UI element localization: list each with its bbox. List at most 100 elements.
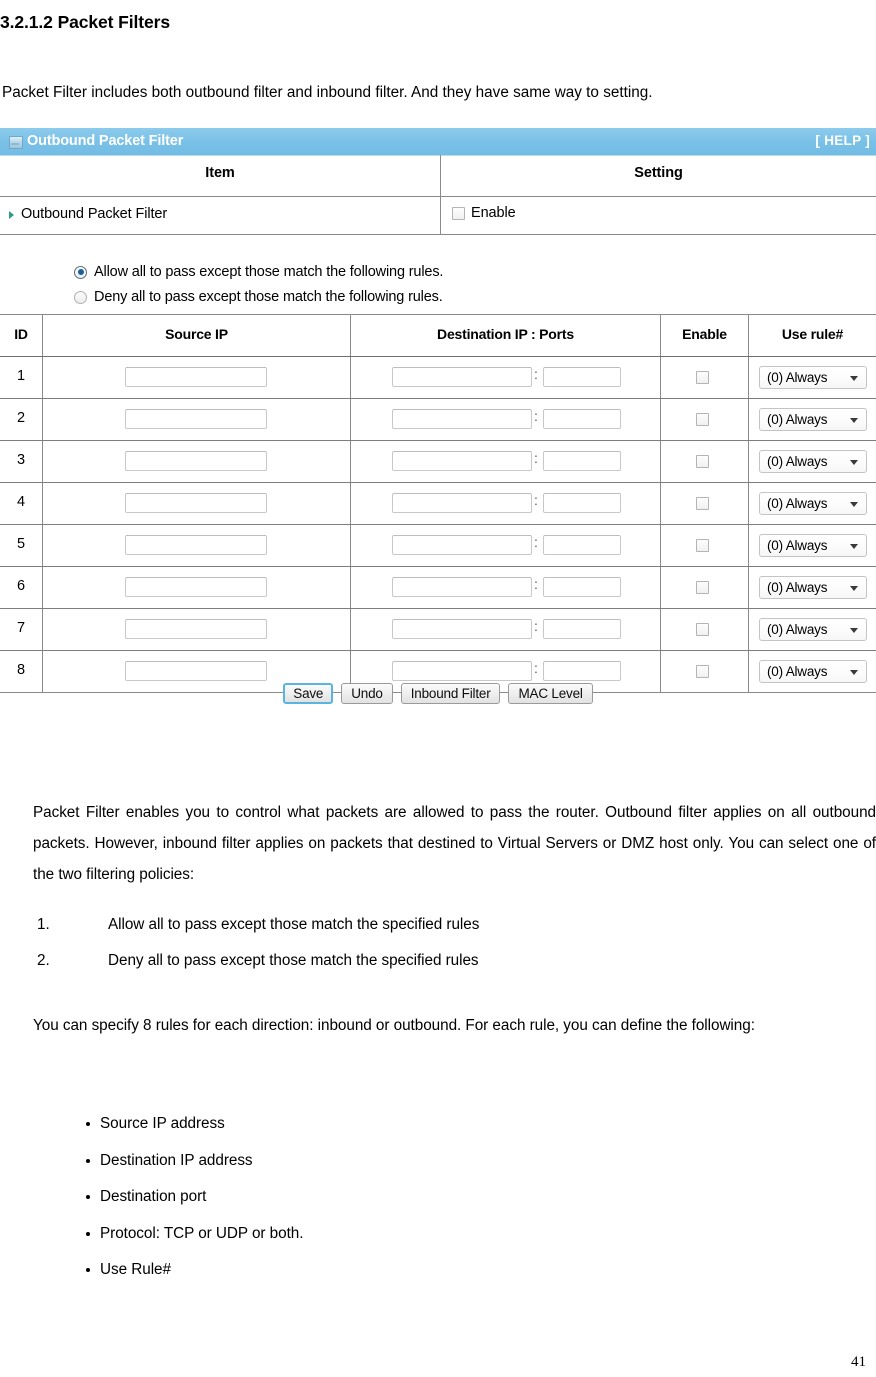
- destination-ip-input[interactable]: [392, 493, 532, 513]
- destination-ip-input[interactable]: [392, 577, 532, 597]
- source-ip-input[interactable]: [125, 493, 267, 513]
- rule-enable-checkbox[interactable]: [696, 371, 709, 384]
- enable-outbound-filter-checkbox[interactable]: [452, 206, 465, 220]
- destination-port-input[interactable]: [543, 619, 621, 639]
- use-rule-select[interactable]: (0) Always: [759, 366, 867, 389]
- mac-level-button[interactable]: MAC Level: [508, 683, 593, 704]
- column-header-source-ip: Source IP: [165, 326, 228, 342]
- rule-id: 6: [16, 578, 26, 594]
- radio-allow-all[interactable]: [74, 265, 87, 279]
- policy-option-deny[interactable]: Deny all to pass except those match the …: [74, 289, 443, 305]
- body-paragraph-1: Packet Filter enables you to control wha…: [33, 804, 876, 884]
- use-rule-select-value: (0) Always: [767, 496, 828, 511]
- use-rule-select[interactable]: (0) Always: [759, 618, 867, 641]
- source-ip-input[interactable]: [125, 367, 267, 387]
- rule-enable-checkbox[interactable]: [696, 539, 709, 552]
- use-rule-select-value: (0) Always: [767, 412, 828, 427]
- use-rule-select[interactable]: (0) Always: [759, 576, 867, 599]
- bullet-icon: [86, 1195, 90, 1199]
- destination-ip-input[interactable]: [392, 367, 532, 387]
- use-rule-select-value: (0) Always: [767, 580, 828, 595]
- destination-port-input[interactable]: [543, 493, 621, 513]
- panel-titlebar: Outbound Packet Filter [ HELP ]: [0, 128, 876, 156]
- source-ip-input[interactable]: [125, 619, 267, 639]
- radio-deny-all[interactable]: [74, 290, 87, 304]
- list-item-label: Source IP address: [100, 1115, 225, 1132]
- help-link[interactable]: [ HELP ]: [815, 133, 870, 148]
- rule-enable-checkbox[interactable]: [696, 455, 709, 468]
- column-divider: [350, 399, 351, 440]
- port-separator: :: [534, 576, 538, 592]
- column-divider: [660, 567, 661, 608]
- enable-checkbox-label: Enable: [471, 205, 516, 221]
- list-item-label: Destination port: [100, 1188, 207, 1205]
- inbound-filter-button[interactable]: Inbound Filter: [400, 683, 501, 704]
- table-row: 1: (0) Always: [0, 357, 876, 399]
- column-header-setting: Setting: [634, 165, 683, 181]
- list-item: 2. Deny all to pass except those match th…: [33, 952, 833, 988]
- destination-ip-input[interactable]: [392, 409, 532, 429]
- list-item-number: 2.: [37, 952, 50, 969]
- chevron-down-icon: [850, 628, 858, 633]
- save-button[interactable]: Save: [283, 683, 334, 704]
- bullet-icon: [86, 1122, 90, 1126]
- column-divider: [350, 567, 351, 608]
- use-rule-select[interactable]: (0) Always: [759, 492, 867, 515]
- filter-rules-table: ID Source IP Destination IP : Ports Enab…: [0, 314, 876, 693]
- column-divider: [748, 483, 749, 524]
- rules-body: 1: (0) Always 2: (0) Always 3: (0) Always 4: (0…: [0, 357, 876, 693]
- panel-title: Outbound Packet Filter: [27, 133, 184, 149]
- destination-port-input[interactable]: [543, 535, 621, 555]
- list-item: Protocol: TCP or UDP or both.: [70, 1225, 670, 1262]
- table-row: 7: (0) Always: [0, 609, 876, 651]
- destination-port-input[interactable]: [543, 367, 621, 387]
- column-divider: [42, 357, 43, 398]
- rule-enable-checkbox[interactable]: [696, 413, 709, 426]
- use-rule-select[interactable]: (0) Always: [759, 534, 867, 557]
- arrow-right-icon: [9, 211, 14, 219]
- chevron-down-icon: [850, 376, 858, 381]
- column-divider: [748, 399, 749, 440]
- column-header-use-rule: Use rule#: [781, 326, 844, 342]
- port-separator: :: [534, 618, 538, 634]
- use-rule-select[interactable]: (0) Always: [759, 408, 867, 431]
- port-separator: :: [534, 366, 538, 382]
- form-button-bar: Save Undo Inbound Filter MAC Level: [0, 673, 876, 714]
- chevron-down-icon: [850, 460, 858, 465]
- policy-option-allow[interactable]: Allow all to pass except those match the…: [74, 264, 443, 280]
- destination-ip-input[interactable]: [392, 451, 532, 471]
- source-ip-input[interactable]: [125, 577, 267, 597]
- destination-ip-input[interactable]: [392, 619, 532, 639]
- rule-enable-checkbox[interactable]: [696, 623, 709, 636]
- column-divider: [42, 399, 43, 440]
- enable-setting-cell: Enable: [452, 205, 516, 221]
- column-divider: [42, 609, 43, 650]
- rule-enable-checkbox[interactable]: [696, 581, 709, 594]
- undo-button[interactable]: Undo: [341, 683, 393, 704]
- source-ip-input[interactable]: [125, 409, 267, 429]
- destination-port-input[interactable]: [543, 451, 621, 471]
- rule-id: 2: [16, 410, 26, 426]
- source-ip-input[interactable]: [125, 535, 267, 555]
- intro-paragraph: Packet Filter includes both outbound fil…: [2, 84, 653, 102]
- list-item: 1. Allow all to pass except those match t…: [33, 916, 833, 952]
- table-row: 5: (0) Always: [0, 525, 876, 567]
- column-divider: [42, 567, 43, 608]
- source-ip-input[interactable]: [125, 451, 267, 471]
- column-divider: [350, 609, 351, 650]
- column-divider: [660, 399, 661, 440]
- list-item: Use Rule#: [70, 1261, 670, 1298]
- use-rule-select[interactable]: (0) Always: [759, 450, 867, 473]
- list-item: Destination port: [70, 1188, 670, 1225]
- destination-ip-input[interactable]: [392, 535, 532, 555]
- column-divider: [748, 525, 749, 566]
- column-header-destination: Destination IP : Ports: [437, 326, 574, 342]
- rule-enable-checkbox[interactable]: [696, 497, 709, 510]
- table-row: 2: (0) Always: [0, 399, 876, 441]
- destination-port-input[interactable]: [543, 577, 621, 597]
- column-header-id: ID: [14, 326, 28, 342]
- rule-id: 3: [16, 452, 26, 468]
- chevron-down-icon: [850, 544, 858, 549]
- rule-id: 1: [16, 368, 26, 384]
- destination-port-input[interactable]: [543, 409, 621, 429]
